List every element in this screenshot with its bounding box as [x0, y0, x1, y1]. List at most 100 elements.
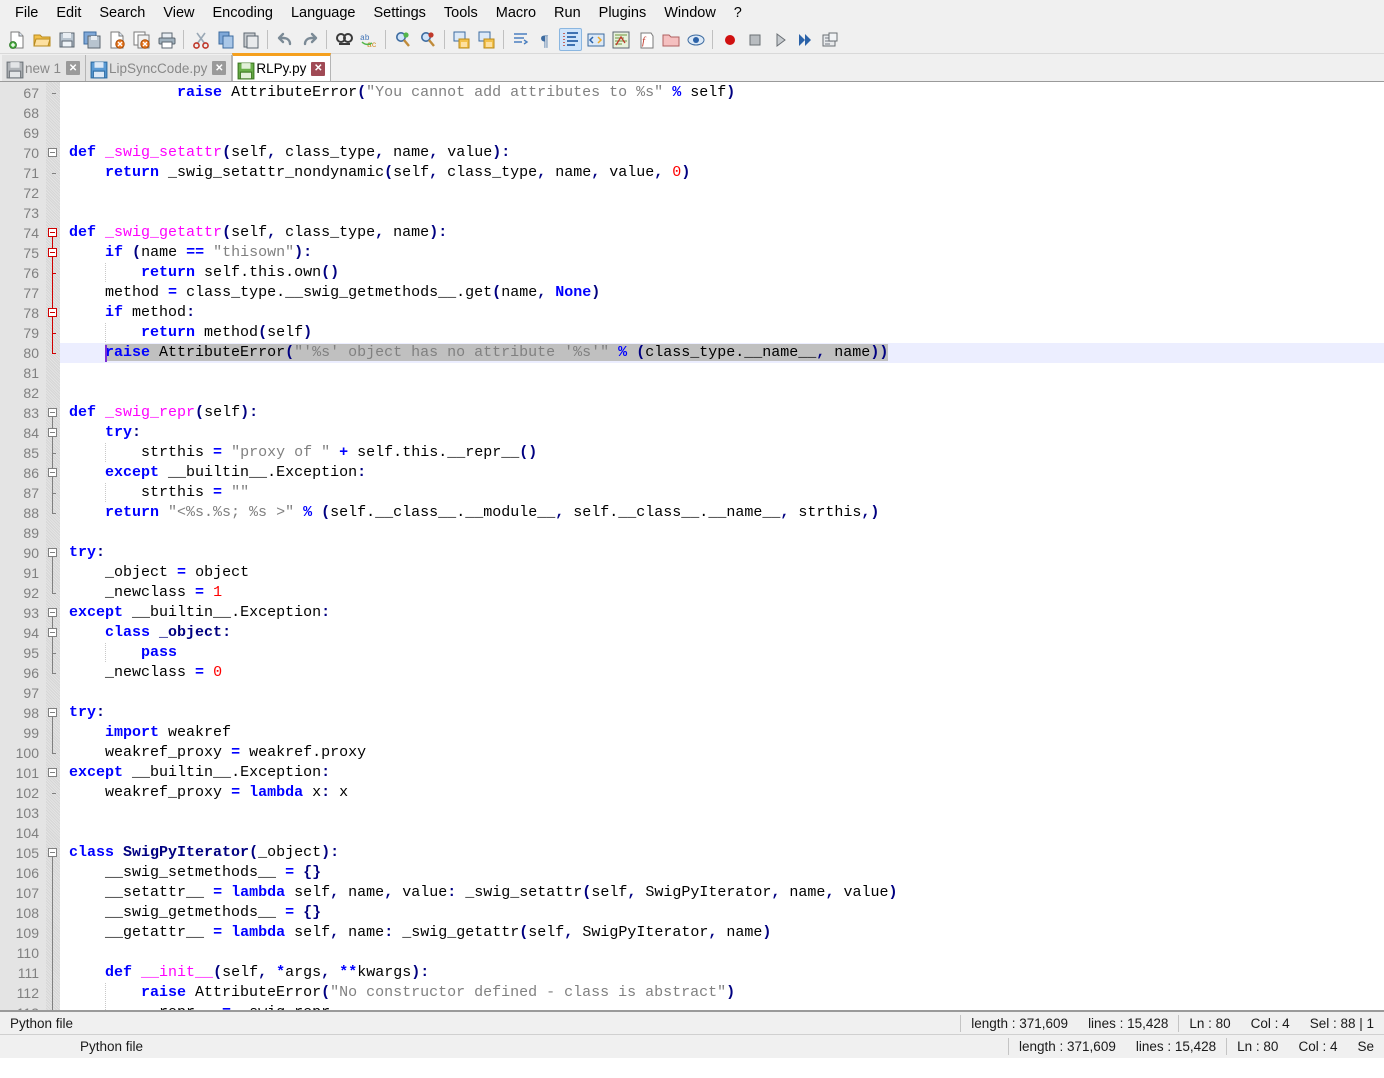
- fold-toggle[interactable]: [48, 408, 57, 417]
- code-line[interactable]: raise AttributeError("You cannot add att…: [60, 83, 1384, 103]
- code-line[interactable]: def _swig_repr(self):: [60, 403, 1384, 423]
- code-line[interactable]: [60, 523, 1384, 543]
- code-line[interactable]: _newclass = 1: [60, 583, 1384, 603]
- menu-item-search[interactable]: Search: [90, 1, 154, 25]
- code-line[interactable]: class SwigPyIterator(_object):: [60, 843, 1384, 863]
- run-icon[interactable]: [818, 28, 841, 51]
- play-macro-icon[interactable]: [768, 28, 791, 51]
- code-line-selected[interactable]: raise AttributeError("'%s' object has no…: [60, 343, 1384, 363]
- code-line[interactable]: def __init__(self, *args, **kwargs):: [60, 963, 1384, 983]
- code-line[interactable]: except __builtin__.Exception:: [60, 463, 1384, 483]
- folder-as-workspace-icon[interactable]: [659, 28, 682, 51]
- code-line[interactable]: [60, 103, 1384, 123]
- record-macro-icon[interactable]: [718, 28, 741, 51]
- indent-guide-icon[interactable]: [559, 28, 582, 51]
- code-line[interactable]: [60, 363, 1384, 383]
- code-text-area[interactable]: raise AttributeError("You cannot add att…: [60, 82, 1384, 1010]
- fold-margin[interactable]: [46, 82, 60, 1010]
- menu-item-macro[interactable]: Macro: [487, 1, 545, 25]
- menu-item-plugins[interactable]: Plugins: [590, 1, 656, 25]
- fold-toggle[interactable]: [48, 308, 57, 317]
- zoom-in-icon[interactable]: [391, 28, 414, 51]
- paste-icon[interactable]: [239, 28, 262, 51]
- code-line[interactable]: [60, 823, 1384, 843]
- print-icon[interactable]: [155, 28, 178, 51]
- code-line[interactable]: weakref_proxy = lambda x: x: [60, 783, 1384, 803]
- code-line[interactable]: weakref_proxy = weakref.proxy: [60, 743, 1384, 763]
- code-line[interactable]: try:: [60, 543, 1384, 563]
- copy-icon[interactable]: [214, 28, 237, 51]
- undo-icon[interactable]: [273, 28, 296, 51]
- code-line[interactable]: try:: [60, 423, 1384, 443]
- code-line[interactable]: strthis = "": [60, 483, 1384, 503]
- code-line[interactable]: _object = object: [60, 563, 1384, 583]
- code-line[interactable]: if (name == "thisown"):: [60, 243, 1384, 263]
- cut-icon[interactable]: [189, 28, 212, 51]
- code-line[interactable]: except __builtin__.Exception:: [60, 603, 1384, 623]
- code-line[interactable]: if method:: [60, 303, 1384, 323]
- fold-toggle[interactable]: [48, 228, 57, 237]
- user-defined-language-icon[interactable]: [584, 28, 607, 51]
- menu-item-tools[interactable]: Tools: [435, 1, 487, 25]
- menu-item-edit[interactable]: Edit: [47, 1, 90, 25]
- tab-lipsynccode-py[interactable]: LipSyncCode.py ✕: [86, 55, 233, 81]
- sync-vertical-scroll-icon[interactable]: [450, 28, 473, 51]
- code-line[interactable]: raise AttributeError("No constructor def…: [60, 983, 1384, 1003]
- code-line[interactable]: strthis = "proxy of " + self.this.__repr…: [60, 443, 1384, 463]
- tab-new-1[interactable]: new 1 ✕: [2, 55, 87, 81]
- code-line[interactable]: __swig_getmethods__ = {}: [60, 903, 1384, 923]
- code-line[interactable]: __swig_setmethods__ = {}: [60, 863, 1384, 883]
- find-icon[interactable]: [332, 28, 355, 51]
- save-icon[interactable]: [55, 28, 78, 51]
- zoom-out-icon[interactable]: [416, 28, 439, 51]
- code-line[interactable]: [60, 203, 1384, 223]
- sync-horizontal-scroll-icon[interactable]: [475, 28, 498, 51]
- code-line[interactable]: import weakref: [60, 723, 1384, 743]
- fold-toggle[interactable]: [48, 608, 57, 617]
- menu-item-language[interactable]: Language: [282, 1, 365, 25]
- code-line[interactable]: try:: [60, 703, 1384, 723]
- code-line[interactable]: def _swig_setattr(self, class_type, name…: [60, 143, 1384, 163]
- stop-recording-icon[interactable]: [743, 28, 766, 51]
- code-editor[interactable]: 67 68 69 70 71 72 73 74 75 76 77 78 79 80 81 82 83 84 85 86…: [0, 82, 1384, 1010]
- code-line[interactable]: __repr__ = _swig_repr: [60, 1003, 1384, 1010]
- tab-close-icon[interactable]: ✕: [311, 61, 326, 76]
- fold-toggle[interactable]: [48, 848, 57, 857]
- menu-item-view[interactable]: View: [154, 1, 203, 25]
- code-line[interactable]: def _swig_getattr(self, class_type, name…: [60, 223, 1384, 243]
- close-all-files-icon[interactable]: [130, 28, 153, 51]
- menu-item-file[interactable]: File: [6, 1, 47, 25]
- code-line[interactable]: __setattr__ = lambda self, name, value: …: [60, 883, 1384, 903]
- fold-toggle[interactable]: [48, 768, 57, 777]
- menu-item-settings[interactable]: Settings: [364, 1, 434, 25]
- fold-toggle[interactable]: [48, 468, 57, 477]
- save-all-icon[interactable]: [80, 28, 103, 51]
- fold-toggle[interactable]: [48, 628, 57, 637]
- redo-icon[interactable]: [298, 28, 321, 51]
- code-line[interactable]: [60, 803, 1384, 823]
- code-line[interactable]: except __builtin__.Exception:: [60, 763, 1384, 783]
- code-line[interactable]: [60, 943, 1384, 963]
- replace-icon[interactable]: ab ac: [357, 28, 380, 51]
- monitoring-icon[interactable]: [684, 28, 707, 51]
- fold-toggle[interactable]: [48, 708, 57, 717]
- code-line[interactable]: return _swig_setattr_nondynamic(self, cl…: [60, 163, 1384, 183]
- tab-close-icon[interactable]: ✕: [212, 61, 227, 75]
- show-all-characters-icon[interactable]: ¶: [534, 28, 557, 51]
- code-line[interactable]: [60, 183, 1384, 203]
- fold-toggle[interactable]: [48, 148, 57, 157]
- close-file-icon[interactable]: [105, 28, 128, 51]
- code-line[interactable]: [60, 383, 1384, 403]
- tab-rlpy-py[interactable]: RLPy.py ✕: [232, 53, 332, 81]
- menu-item-[interactable]: ?: [725, 1, 751, 25]
- code-line[interactable]: __getattr__ = lambda self, name: _swig_g…: [60, 923, 1384, 943]
- menu-item-encoding[interactable]: Encoding: [204, 1, 282, 25]
- open-file-icon[interactable]: [30, 28, 53, 51]
- menu-item-window[interactable]: Window: [655, 1, 725, 25]
- fold-toggle[interactable]: [48, 428, 57, 437]
- word-wrap-icon[interactable]: [509, 28, 532, 51]
- tab-close-icon[interactable]: ✕: [66, 61, 81, 75]
- fold-toggle[interactable]: [48, 248, 57, 257]
- new-file-icon[interactable]: [5, 28, 28, 51]
- code-line[interactable]: [60, 123, 1384, 143]
